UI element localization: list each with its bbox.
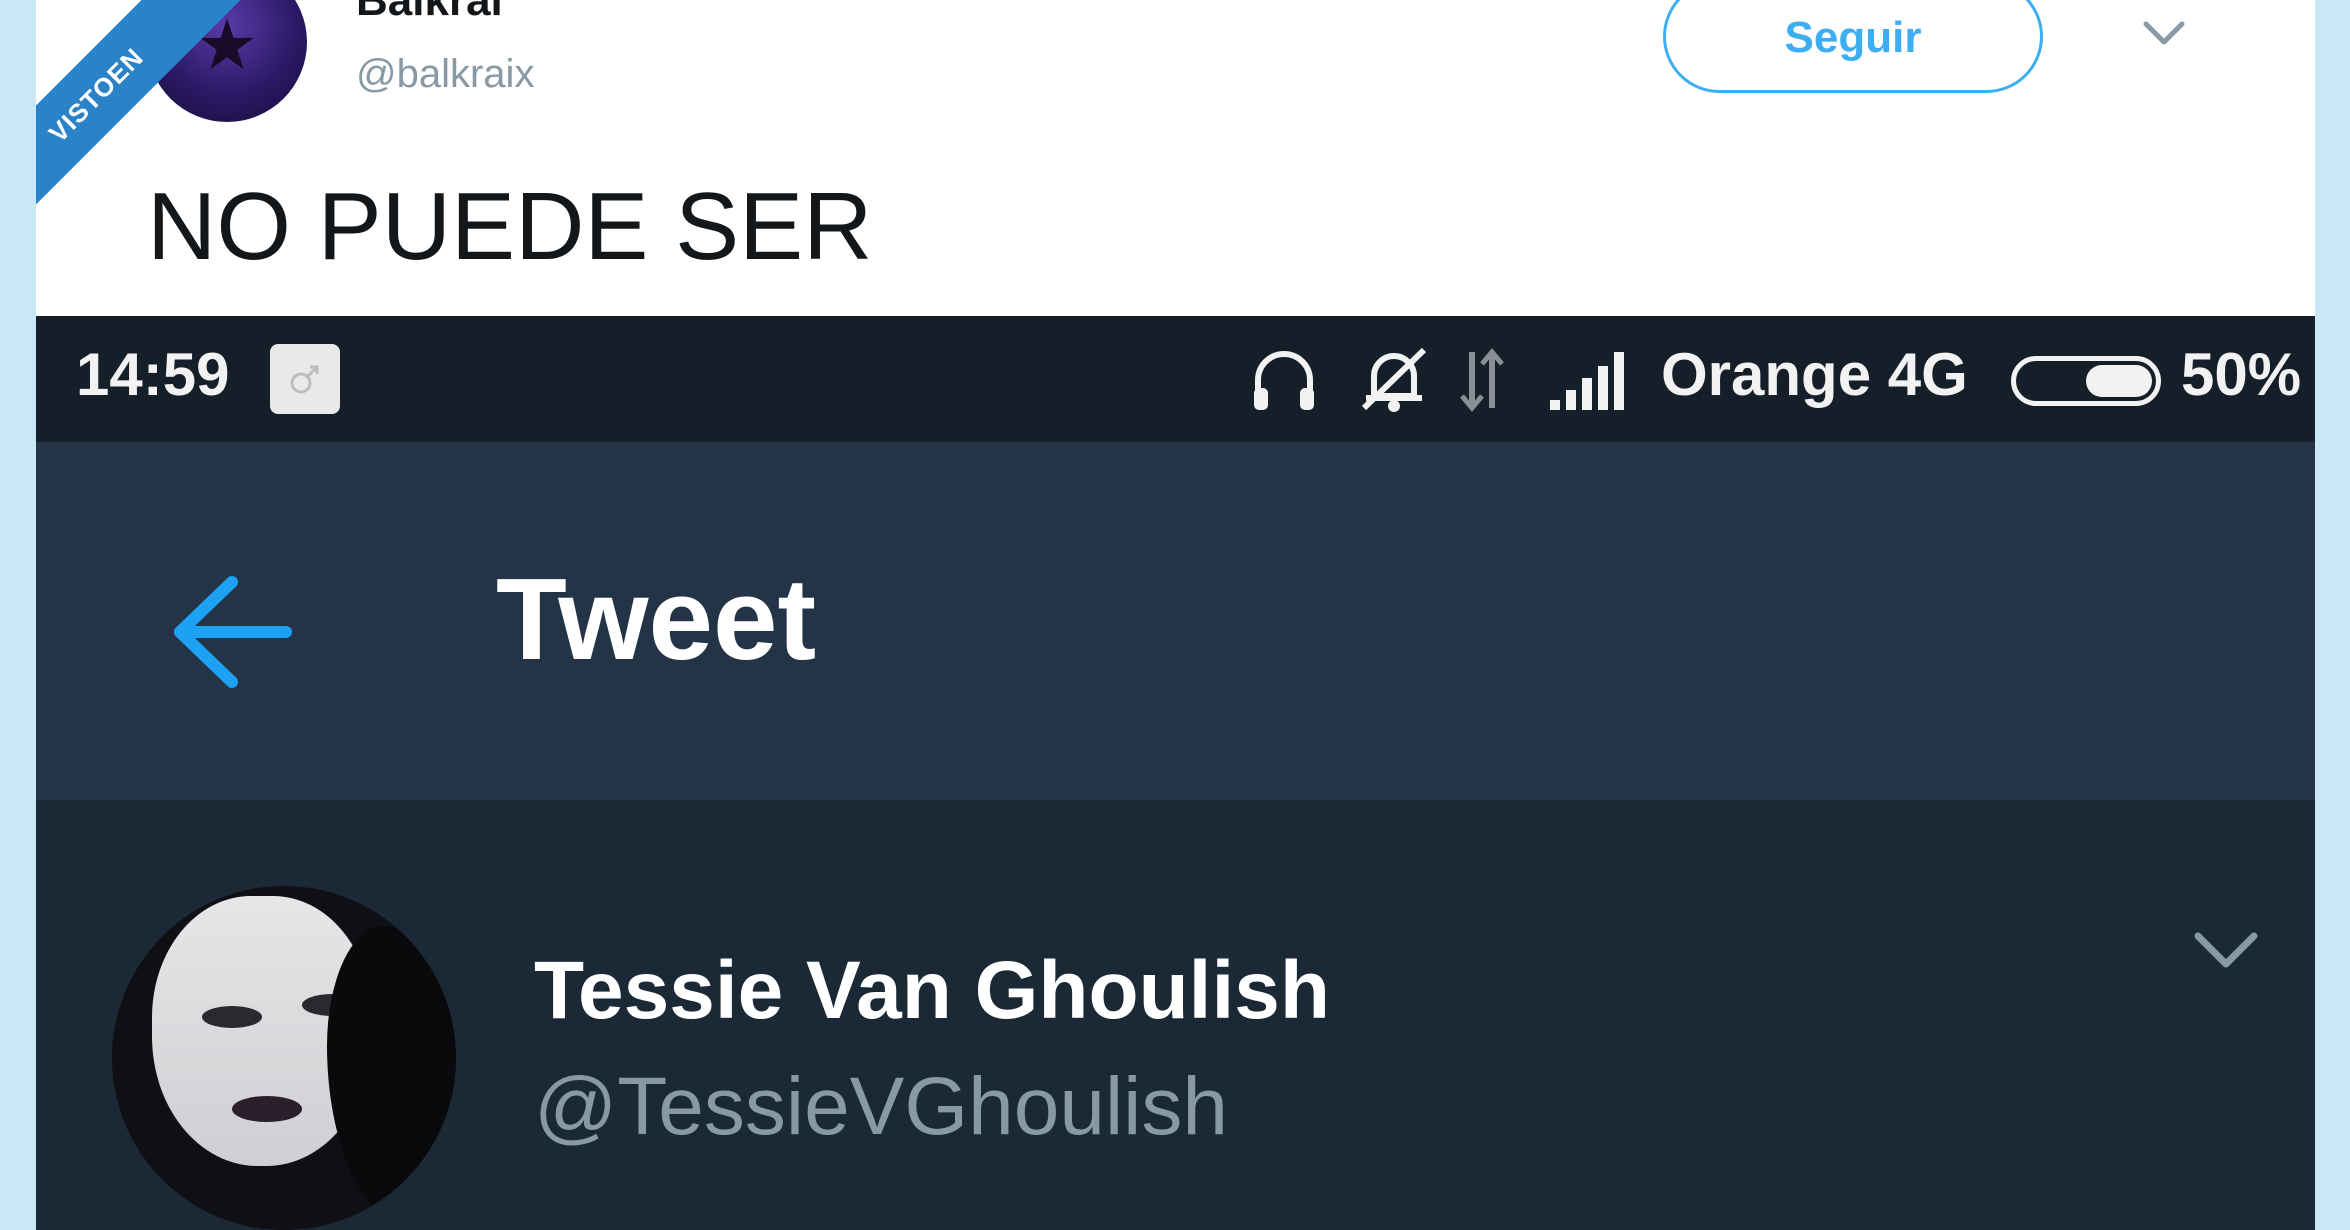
data-arrows-icon	[1460, 348, 1504, 412]
tweet-author-name[interactable]: Tessie Van Ghoulish	[534, 944, 1330, 1038]
right-frame	[2315, 0, 2350, 1230]
battery-percent: 50%	[2181, 341, 2302, 408]
signal-icon	[1550, 352, 1624, 410]
avatar[interactable]	[112, 886, 456, 1230]
avatar-lips	[232, 1096, 302, 1122]
battery-level	[2086, 365, 2152, 397]
notification-icon	[270, 344, 340, 414]
avatar-eye	[202, 1006, 262, 1028]
tweet-author-handle[interactable]: @TessieVGhoulish	[534, 1060, 1228, 1154]
tweet-header: Tessie Van Ghoulish @TessieVGhoulish	[36, 800, 2315, 1230]
page-title: Tweet	[496, 554, 817, 684]
carrier-label: Orange 4G	[1661, 341, 1968, 408]
corner-badge: VISTOEN	[36, 0, 296, 220]
status-time: 14:59	[76, 341, 230, 408]
back-arrow-icon[interactable]	[166, 572, 296, 692]
left-frame	[0, 0, 36, 1230]
avatar-hair	[327, 926, 456, 1226]
embedded-phone-screenshot: 14:59 Orange 4G 50% Tweet Tessie Van Gho…	[36, 316, 2315, 1230]
app-bar: Tweet	[36, 442, 2315, 800]
status-bar: 14:59 Orange 4G 50%	[36, 316, 2315, 442]
author-name[interactable]: Balkrai	[356, 0, 503, 26]
embedded-tweet-card: VISTOEN ★ Balkrai @balkraix Seguir NO PU…	[36, 0, 2315, 316]
headphones-icon	[1254, 351, 1314, 410]
corner-badge-label: VISTOEN	[36, 0, 270, 220]
mute-bell-icon	[1361, 347, 1427, 412]
chevron-down-icon[interactable]	[2186, 920, 2266, 980]
author-handle[interactable]: @balkraix	[356, 52, 534, 97]
follow-button[interactable]: Seguir	[1663, 0, 2043, 93]
chevron-down-icon[interactable]	[2134, 8, 2194, 58]
battery-icon	[2011, 356, 2161, 406]
